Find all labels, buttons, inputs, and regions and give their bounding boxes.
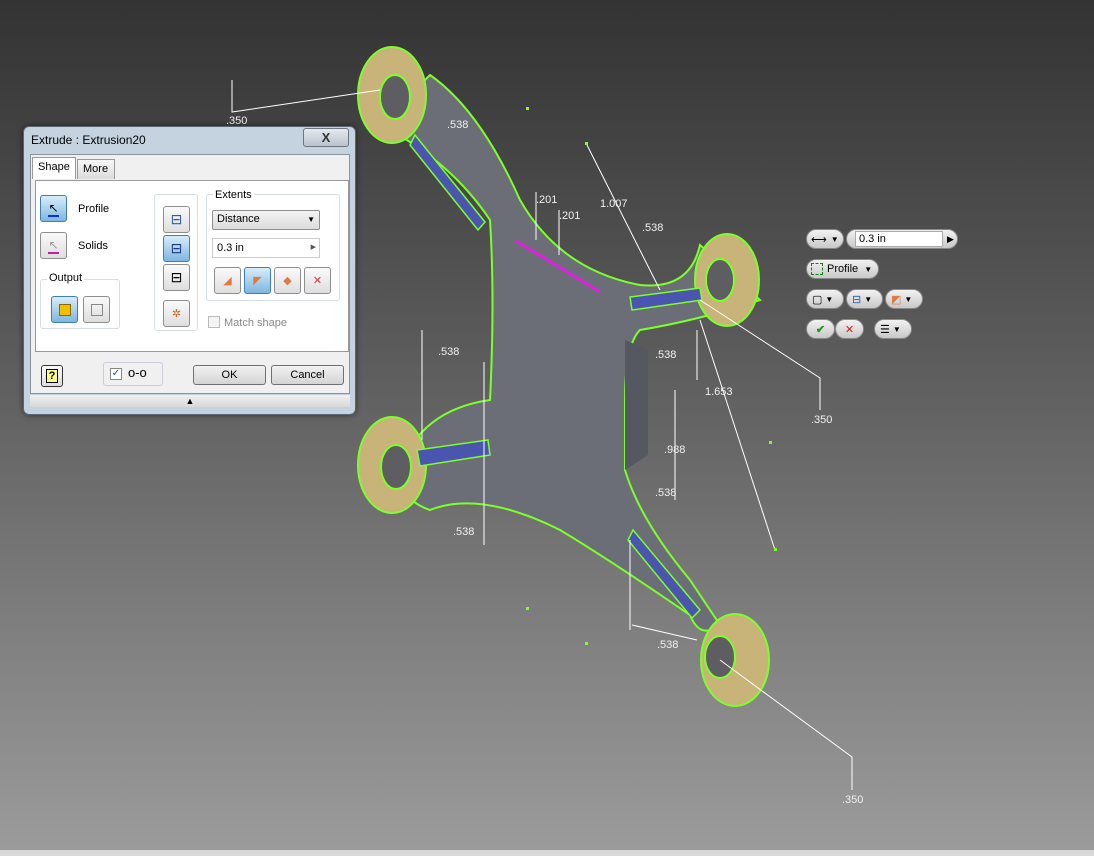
expand-button[interactable]: ▲ bbox=[30, 395, 350, 407]
check-icon: ✔ bbox=[815, 323, 826, 336]
x-icon: ✕ bbox=[844, 323, 855, 336]
list-icon: ☰ bbox=[880, 323, 890, 336]
triangle-up-icon: ▲ bbox=[185, 396, 195, 406]
boss-left bbox=[357, 416, 427, 514]
glasses-icon: o-o bbox=[128, 365, 147, 380]
chevron-down-icon: ▼ bbox=[830, 234, 839, 244]
ok-button[interactable]: OK bbox=[193, 365, 266, 385]
close-button[interactable]: X bbox=[303, 128, 349, 147]
dimension-label[interactable]: 1.007 bbox=[600, 198, 628, 210]
extents-dropdown[interactable]: Distance ▼ bbox=[212, 210, 320, 230]
new-solid-button[interactable]: ✲ bbox=[163, 300, 190, 327]
mini-profile-button[interactable]: Profile ▼ bbox=[806, 259, 879, 279]
dimension-label[interactable]: .538 bbox=[453, 526, 474, 538]
help-button[interactable]: ? bbox=[41, 365, 63, 387]
part-plate bbox=[378, 73, 762, 632]
dimension-label[interactable]: .201 bbox=[536, 194, 557, 206]
intersect-button[interactable]: ⊟ bbox=[163, 264, 190, 291]
direction-icon: ◤ bbox=[253, 275, 262, 287]
dialog-title: Extrude : Extrusion20 bbox=[31, 133, 146, 147]
cut-button[interactable]: ⊟ bbox=[163, 235, 190, 262]
dimension-label[interactable]: .538 bbox=[655, 487, 676, 499]
symmetric-icon: ◆ bbox=[283, 275, 292, 287]
dimension-label[interactable]: .538 bbox=[438, 346, 459, 358]
profile-select-icon bbox=[811, 263, 823, 275]
dimension-label[interactable]: 1.653 bbox=[705, 386, 733, 398]
direction-icon: ◩ bbox=[891, 293, 902, 306]
solids-button[interactable]: ↖ bbox=[40, 232, 67, 259]
dimension-label[interactable]: .538 bbox=[657, 639, 678, 651]
dimension-label[interactable]: .538 bbox=[642, 222, 663, 234]
output-group: Output bbox=[40, 272, 120, 329]
mini-options-dropdown[interactable]: ☰ ▼ bbox=[874, 319, 912, 339]
dimension-label[interactable]: .350 bbox=[811, 414, 832, 426]
join-icon: ⊟ bbox=[170, 211, 183, 227]
distance-type-dropdown[interactable]: ⟷ ▼ bbox=[806, 229, 844, 249]
extrude-dialog: Extrude : Extrusion20 X Shape More ↖ Pro… bbox=[23, 126, 356, 415]
part-side bbox=[625, 340, 648, 470]
boss-right bbox=[694, 233, 760, 327]
mini-output-dropdown[interactable]: ▢ ▼ bbox=[806, 289, 844, 309]
dimension-label[interactable]: .201 bbox=[559, 210, 580, 222]
direction-2-button[interactable]: ◤ bbox=[244, 267, 271, 294]
mini-cancel-button[interactable]: ✕ bbox=[835, 319, 864, 339]
distance-field[interactable]: 0.3 in ▶ bbox=[212, 238, 320, 258]
asymmetric-icon: ✕ bbox=[312, 275, 323, 287]
profile-label: Profile bbox=[78, 203, 110, 215]
tab-shape[interactable]: Shape bbox=[32, 157, 76, 179]
output-label: Output bbox=[47, 272, 85, 284]
extents-label: Extents bbox=[213, 189, 254, 201]
status-bar bbox=[0, 849, 1094, 856]
mini-distance-field[interactable]: 0.3 in ▶ bbox=[846, 229, 958, 249]
preview-group: ✓ o-o bbox=[103, 362, 163, 386]
surface-cube-icon bbox=[90, 303, 103, 316]
help-icon: ? bbox=[45, 369, 59, 383]
tab-more[interactable]: More bbox=[77, 159, 115, 179]
dimension-label[interactable]: .538 bbox=[447, 119, 468, 131]
dimension-label[interactable]: .988 bbox=[664, 444, 685, 456]
boss-bottom-right bbox=[700, 613, 770, 707]
solid-icon: ▢ bbox=[812, 293, 823, 306]
mini-ok-button[interactable]: ✔ bbox=[806, 319, 835, 339]
match-shape-checkbox[interactable] bbox=[208, 316, 220, 328]
new-solid-icon: ✲ bbox=[171, 308, 182, 320]
chevron-down-icon: ▼ bbox=[307, 215, 315, 224]
dimension-label[interactable]: .538 bbox=[655, 349, 676, 361]
operation-group: ⊟ ⊟ ⊟ ✲ bbox=[154, 194, 198, 331]
solid-cube-icon bbox=[58, 303, 71, 316]
direction-icon: ◢ bbox=[223, 275, 232, 287]
dialog-body: Shape More ↖ Profile ↖ Solids Output ⊟ ⊟… bbox=[30, 154, 350, 394]
boss-top-left bbox=[357, 46, 427, 144]
preview-checkbox[interactable]: ✓ bbox=[110, 368, 122, 380]
distance-icon: ⟷ bbox=[811, 233, 827, 246]
join-icon: ⊟ bbox=[852, 293, 862, 306]
cursor-icon: ↖ bbox=[48, 200, 59, 217]
cut-icon: ⊟ bbox=[170, 240, 183, 256]
cursor-icon: ↖ bbox=[48, 237, 59, 254]
solids-label: Solids bbox=[78, 240, 108, 252]
arrow-right-icon: ▶ bbox=[947, 233, 954, 244]
shape-panel: ↖ Profile ↖ Solids Output ⊟ ⊟ ⊟ ✲ Extent… bbox=[35, 180, 349, 352]
asymmetric-button[interactable]: ✕ bbox=[304, 267, 331, 294]
direction-1-button[interactable]: ◢ bbox=[214, 267, 241, 294]
profile-button[interactable]: ↖ bbox=[40, 195, 67, 222]
match-shape-label: Match shape bbox=[224, 317, 287, 329]
arrow-right-icon: ▶ bbox=[310, 244, 316, 251]
solid-output-button[interactable] bbox=[51, 296, 78, 323]
symmetric-button[interactable]: ◆ bbox=[274, 267, 301, 294]
surface-output-button[interactable] bbox=[83, 296, 110, 323]
intersect-icon: ⊟ bbox=[170, 269, 183, 285]
join-button[interactable]: ⊟ bbox=[163, 206, 190, 233]
chevron-down-icon: ▼ bbox=[864, 264, 873, 274]
cancel-button[interactable]: Cancel bbox=[271, 365, 344, 385]
mini-operation-dropdown[interactable]: ⊟ ▼ bbox=[846, 289, 883, 309]
dimension-label[interactable]: .350 bbox=[842, 794, 863, 806]
mini-direction-dropdown[interactable]: ◩ ▼ bbox=[885, 289, 923, 309]
